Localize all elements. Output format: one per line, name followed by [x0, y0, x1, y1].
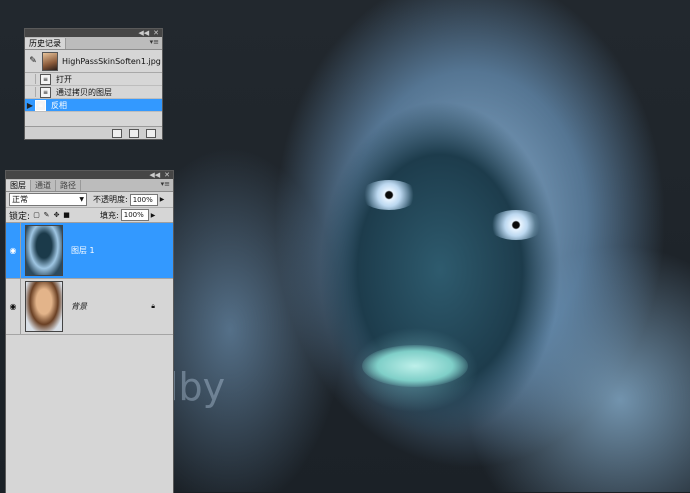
delete-state-icon[interactable] [146, 128, 156, 138]
layer-lock-icon: 🔒︎ [151, 302, 155, 310]
history-step-icon: ≡ [35, 99, 46, 111]
opacity-input[interactable]: 100% [129, 193, 158, 206]
tab-history[interactable]: 历史记录 [25, 38, 66, 49]
lock-all-icon[interactable]: ■ [63, 211, 70, 219]
lock-pixels-icon[interactable]: ✎ [43, 211, 50, 219]
tab-paths[interactable]: 路径 [56, 180, 81, 191]
history-panel: ◀◀ ✕ 历史记录 ▾≡ ✎ HighPassSkinSoften1.jpg ≡… [24, 28, 163, 140]
fill-label: 填充: [100, 210, 119, 220]
watermark-text: lby [168, 365, 226, 409]
fill-slider-arrow-icon[interactable]: ▶ [151, 212, 156, 219]
lips [362, 345, 468, 387]
close-icon[interactable]: ✕ [164, 171, 170, 179]
new-snapshot-icon[interactable] [129, 128, 139, 138]
left-eye [360, 180, 418, 210]
opacity-slider-arrow-icon[interactable]: ▶ [160, 196, 165, 203]
blend-opacity-row: 正常 ▼ 不透明度: 100% ▶ [6, 192, 173, 208]
history-snapshot[interactable]: ✎ HighPassSkinSoften1.jpg [25, 50, 162, 73]
collapse-icon[interactable]: ◀◀ [138, 29, 149, 37]
history-state-arrow-icon: ▶ [26, 100, 34, 110]
layers-panel-header[interactable]: ◀◀ ✕ [6, 171, 173, 179]
history-step-checkbox[interactable] [25, 74, 36, 84]
snapshot-thumbnail [42, 51, 58, 71]
lock-position-icon[interactable]: ✥ [53, 211, 60, 219]
lock-label: 锁定: [9, 211, 31, 222]
visibility-eye-icon[interactable]: ◉ [6, 279, 21, 334]
history-step[interactable]: ≡ 通过拷贝的图层 [25, 86, 162, 99]
panel-menu-icon[interactable]: ▾≡ [150, 38, 159, 46]
lock-fill-row: 锁定: ▢ ✎ ✥ ■ 填充: 100% ▶ [6, 208, 173, 223]
history-panel-header[interactable]: ◀◀ ✕ [25, 29, 162, 37]
history-step[interactable]: ≡ 打开 [25, 73, 162, 86]
layer-name[interactable]: 背景 [71, 301, 87, 312]
right-eye [488, 210, 544, 240]
history-step-icon: ≡ [40, 73, 51, 85]
layer-row-layer1[interactable]: ◉ 图层 1 [6, 223, 173, 279]
opacity-label: 不透明度: [93, 195, 128, 204]
history-tabbar: 历史记录 ▾≡ [25, 37, 162, 50]
history-step-label: 反相 [51, 100, 67, 110]
tab-layers[interactable]: 图层 [6, 180, 31, 191]
blend-mode-select[interactable]: 正常 ▼ [9, 193, 87, 206]
layer-row-background[interactable]: ◉ 背景 🔒︎ [6, 279, 173, 335]
lock-transparency-icon[interactable]: ▢ [33, 211, 40, 219]
history-brush-icon[interactable]: ✎ [28, 56, 38, 66]
history-step-icon: ≡ [40, 86, 51, 98]
new-document-from-state-icon[interactable] [112, 128, 122, 138]
history-step-label: 通过拷贝的图层 [56, 87, 112, 97]
layer-thumbnail [25, 281, 63, 332]
visibility-eye-icon[interactable]: ◉ [6, 223, 21, 278]
tab-channels[interactable]: 通道 [31, 180, 56, 191]
fill-input[interactable]: 100% [120, 209, 149, 221]
history-footer [25, 126, 162, 139]
layer-thumbnail [25, 225, 63, 276]
layers-tabbar: 图层 通道 路径 ▾≡ [6, 179, 173, 192]
layer-name[interactable]: 图层 1 [71, 245, 95, 256]
collapse-icon[interactable]: ◀◀ [149, 171, 160, 179]
history-step-selected[interactable]: ▶ ≡ 反相 [25, 99, 162, 112]
panel-menu-icon[interactable]: ▾≡ [161, 180, 170, 188]
chevron-down-icon: ▼ [79, 196, 84, 203]
close-icon[interactable]: ✕ [153, 29, 159, 37]
history-step-checkbox[interactable] [25, 87, 36, 97]
history-step-label: 打开 [56, 74, 72, 84]
layers-panel: ◀◀ ✕ 图层 通道 路径 ▾≡ 正常 ▼ 不透明度: 100% ▶ 锁定: ▢… [5, 170, 174, 493]
snapshot-name: HighPassSkinSoften1.jpg [62, 56, 161, 66]
blend-mode-value: 正常 [12, 195, 28, 204]
